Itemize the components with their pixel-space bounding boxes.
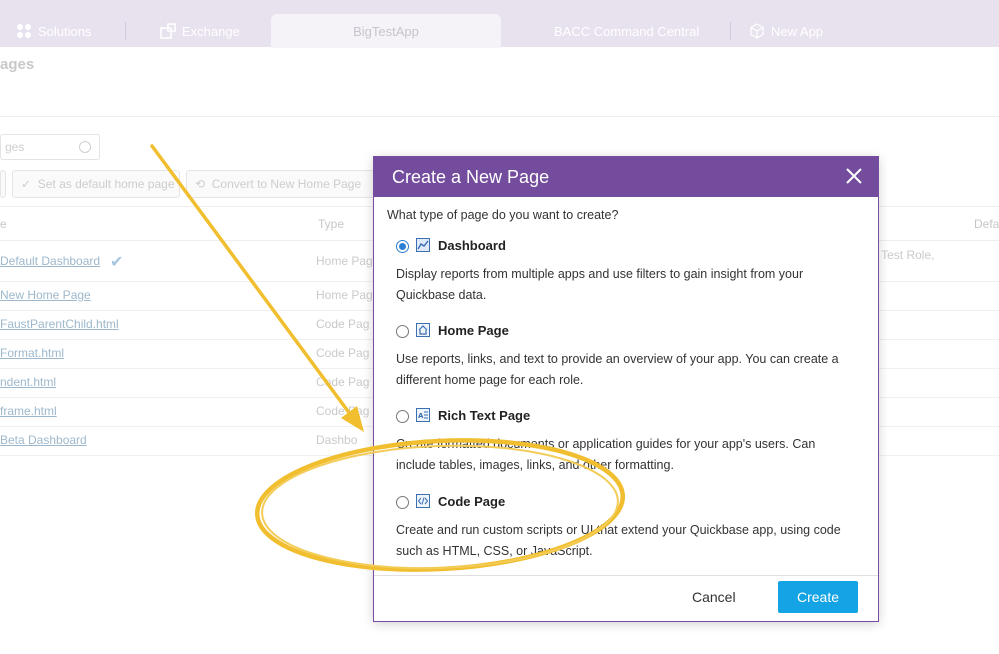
- toolbar-button[interactable]: [0, 170, 6, 198]
- option-label: Rich Text Page: [438, 408, 531, 423]
- option-description: Create formatted documents or applicatio…: [396, 437, 816, 472]
- dialog-footer-divider: [374, 575, 878, 576]
- code-icon: [416, 494, 430, 508]
- dialog-title: Create a New Page: [392, 167, 550, 187]
- tab-bigtestapp[interactable]: BigTestApp: [271, 14, 501, 48]
- tab-divider: [125, 22, 126, 40]
- page-type: Home Pag: [316, 288, 373, 302]
- tab-label: Solutions: [38, 23, 92, 39]
- check-icon: ✓: [21, 177, 35, 191]
- option-description: Create and run custom scripts or UI that…: [396, 523, 841, 558]
- dialog-question: What type of page do you want to create?: [387, 208, 619, 222]
- option-description: Use reports, links, and text to provide …: [396, 352, 839, 387]
- search-input[interactable]: ges: [0, 134, 100, 160]
- button-label: Convert to New Home Page: [211, 177, 362, 191]
- page-title: ages: [0, 56, 35, 73]
- exchange-icon: [160, 23, 176, 39]
- option-label: Home Page: [438, 323, 509, 338]
- radio-code-page[interactable]: [396, 496, 409, 509]
- cancel-button[interactable]: Cancel: [692, 589, 736, 605]
- option-description: Display reports from multiple apps and u…: [396, 267, 804, 302]
- dialog-header: Create a New Page: [374, 157, 878, 197]
- tab-exchange[interactable]: Exchange: [160, 14, 240, 48]
- create-button[interactable]: Create: [778, 581, 858, 613]
- tab-solutions[interactable]: Solutions: [16, 14, 91, 48]
- set-default-home-page-button[interactable]: ✓ Set as default home page: [12, 170, 180, 198]
- page-type: Code Pag: [316, 375, 370, 389]
- page-name-link[interactable]: Default Dashboard: [0, 254, 100, 268]
- option-label: Dashboard: [438, 238, 506, 253]
- create-new-page-dialog: Create a New Page What type of page do y…: [373, 156, 879, 622]
- tab-label: Exchange: [182, 23, 240, 39]
- page-name-link[interactable]: Format.html: [0, 346, 64, 360]
- tab-label: New App: [771, 23, 824, 39]
- search-icon: [79, 141, 91, 153]
- option-label: Code Page: [438, 494, 506, 509]
- tab-bacc-command-central[interactable]: BACC Command Central: [554, 14, 699, 48]
- page-type: Dashbo: [316, 433, 358, 447]
- tab-divider: [730, 22, 731, 40]
- close-icon[interactable]: [844, 166, 864, 186]
- column-header-name[interactable]: e: [0, 217, 7, 231]
- check-icon: ✔: [110, 254, 124, 271]
- page-name-link[interactable]: FaustParentChild.html: [0, 317, 119, 331]
- rich-text-icon: A: [416, 408, 430, 422]
- page-type: Code Pag: [316, 317, 370, 331]
- column-header-type[interactable]: Type: [318, 217, 344, 231]
- page-type: Code Pag: [316, 346, 370, 360]
- svg-text:A: A: [418, 412, 424, 420]
- page-name-link[interactable]: frame.html: [0, 404, 57, 418]
- page-type: Code Pag: [316, 404, 370, 418]
- search-placeholder: ges: [5, 140, 25, 154]
- column-header-default[interactable]: Defa: [974, 217, 999, 231]
- page-name-link[interactable]: New Home Page: [0, 288, 91, 302]
- tab-label: BigTestApp: [353, 23, 419, 39]
- tab-new-app[interactable]: New App: [749, 14, 823, 48]
- button-label: Set as default home page: [37, 177, 175, 191]
- radio-rich-text-page[interactable]: [396, 410, 409, 423]
- page-name-link[interactable]: ndent.html: [0, 375, 56, 389]
- convert-icon: ⟲: [195, 177, 209, 191]
- dashboard-icon: [416, 238, 430, 252]
- page-type: Home Pag: [316, 254, 373, 268]
- page-name-link[interactable]: Beta Dashboard: [0, 433, 87, 447]
- home-icon: [416, 323, 430, 337]
- page-roles: s Test Role,: [872, 248, 935, 262]
- convert-to-new-home-page-button[interactable]: ⟲ Convert to New Home Page: [186, 170, 376, 198]
- tab-label: BACC Command Central: [554, 23, 700, 39]
- radio-home-page[interactable]: [396, 325, 409, 338]
- app-tab-bar: Solutions Exchange BigTestApp BACC Comma…: [0, 0, 999, 48]
- grid-icon: [17, 24, 31, 38]
- cube-icon: [750, 23, 764, 39]
- divider: [0, 116, 999, 117]
- radio-dashboard[interactable]: [396, 240, 409, 253]
